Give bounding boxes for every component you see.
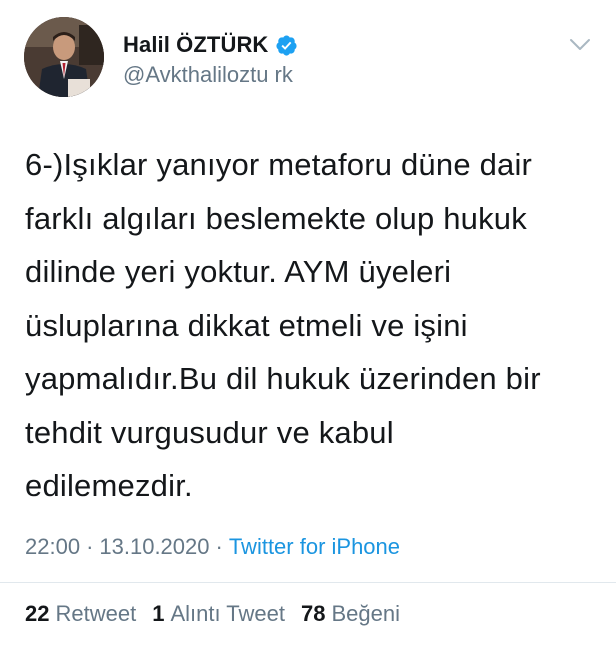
chevron-down-icon[interactable] [569, 38, 591, 52]
tweet-time: 22:00 [25, 534, 81, 559]
divider [0, 582, 616, 583]
tweet-date[interactable]: 13.10.2020 [99, 534, 209, 560]
meta-separator: · [215, 534, 223, 559]
tweet-meta: 22:00 · 13.10.2020 · Twitter for iPhone [25, 534, 400, 560]
avatar[interactable] [24, 17, 104, 97]
retweet-count[interactable]: 22 [25, 601, 49, 627]
display-name[interactable]: Halil ÖZTÜRK [123, 32, 268, 58]
like-count[interactable]: 78 [301, 601, 325, 627]
quote-label[interactable]: Alıntı Tweet [170, 601, 285, 627]
verified-badge-icon [275, 34, 298, 57]
tweet-stats: 22 Retweet 1 Alıntı Tweet 78 Beğeni [25, 601, 416, 627]
quote-count[interactable]: 1 [152, 601, 164, 627]
retweet-label[interactable]: Retweet [55, 601, 136, 627]
meta-separator: · [86, 534, 94, 559]
tweet-text: 6-)Işıklar yanıyor metaforu düne dair fa… [25, 147, 541, 503]
user-handle[interactable]: @Avkthaliloztu rk [123, 62, 293, 88]
like-label[interactable]: Beğeni [331, 601, 400, 627]
tweet-source-link[interactable]: Twitter for iPhone [229, 534, 400, 560]
name-row[interactable]: Halil ÖZTÜRK [123, 30, 298, 60]
profile-photo [24, 17, 104, 97]
